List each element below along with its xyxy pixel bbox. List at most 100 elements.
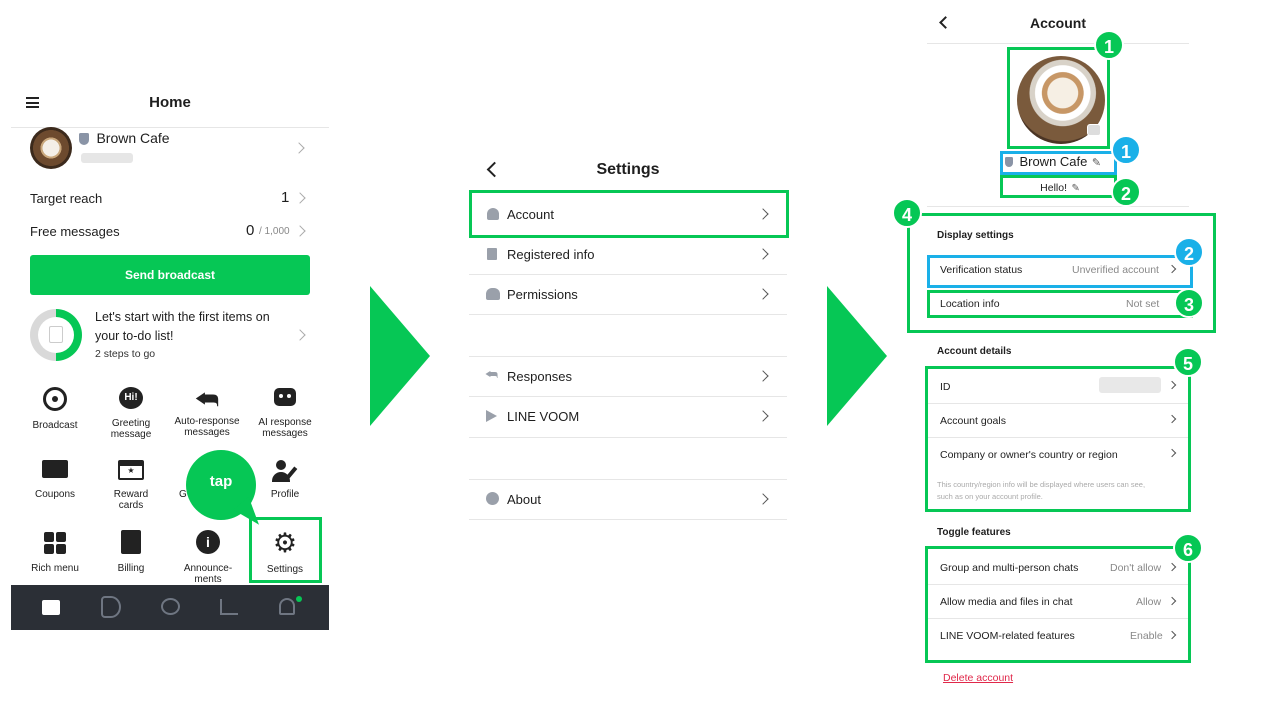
grid-announcements[interactable]: i Announce- ments: [177, 530, 239, 585]
info-circle-icon: [486, 492, 499, 505]
annotation-badge-3: 3: [1174, 288, 1204, 318]
grid-ai-response[interactable]: AI response messages: [251, 385, 319, 440]
account-name: Brown Cafe: [96, 130, 170, 146]
chevron-right-icon: [757, 370, 769, 382]
home-title: Home: [149, 94, 191, 111]
voom-nav-icon[interactable]: [101, 596, 121, 618]
avatar: [30, 127, 72, 169]
grid-auto-response[interactable]: ⮪ Auto-response messages: [171, 385, 243, 440]
reward-card-icon: ★: [118, 460, 144, 480]
grid-label: AI response: [258, 417, 312, 428]
delete-account-link[interactable]: Delete account: [943, 672, 1013, 684]
shield-icon: [79, 132, 89, 145]
chevron-right-icon: [293, 142, 305, 154]
flow-arrow-1: [370, 286, 430, 426]
grid-label: message: [110, 429, 152, 440]
settings-item-label: Permissions: [507, 287, 578, 302]
annotation-badge-1: 1: [1094, 30, 1124, 60]
stats-nav-icon[interactable]: [220, 599, 238, 615]
annotation-badge-5: 5: [1173, 347, 1203, 377]
account-title: Account: [1030, 15, 1086, 31]
settings-title: Settings: [596, 161, 660, 178]
todo-steps: 2 steps to go: [95, 348, 156, 360]
settings-item-label: About: [507, 492, 541, 507]
annotation-box-toggle-features: [925, 546, 1191, 663]
annotation-box-name: [1000, 151, 1117, 175]
todo-line1: Let's start with the first items on: [95, 310, 270, 324]
chevron-right-icon: [294, 329, 306, 341]
checklist-icon: [49, 326, 63, 343]
settings-item-registered-info[interactable]: Registered info: [469, 234, 787, 274]
toggle-features-header: Toggle features: [937, 527, 1011, 538]
bell-nav-icon[interactable]: [279, 598, 295, 615]
grid-coupons[interactable]: Coupons: [24, 460, 86, 515]
annotation-box-location: [927, 290, 1193, 318]
settings-item-responses[interactable]: ⮪ Responses: [469, 356, 787, 396]
todo-line2: your to-do list!: [95, 329, 174, 343]
todo-card[interactable]: Let's start with the first items on your…: [11, 305, 329, 365]
todo-progress-ring: [30, 309, 82, 361]
info-icon: i: [196, 530, 220, 554]
grid-broadcast[interactable]: Broadcast: [24, 385, 86, 440]
settings-item-label: Responses: [507, 369, 573, 384]
account-id-blurred: [81, 153, 133, 163]
notification-dot: [296, 596, 302, 602]
grid-label: messages: [184, 427, 230, 438]
free-messages-limit: / 1,000: [259, 226, 290, 237]
annotation-box-photo: [1007, 47, 1110, 149]
chevron-right-icon: [757, 410, 769, 422]
grid-label: cards: [118, 500, 144, 511]
free-messages-label: Free messages: [30, 224, 120, 239]
profile-edit-icon: [272, 460, 298, 482]
annotation-box-account-details: [925, 366, 1191, 512]
grid-label: Announce-: [183, 563, 233, 574]
target-reach-value: 1: [281, 189, 290, 206]
settings-item-permissions[interactable]: Permissions: [469, 274, 787, 314]
tap-callout: tap: [186, 450, 267, 532]
home-nav-icon[interactable]: [42, 600, 60, 615]
flow-arrow-2: [827, 286, 887, 426]
chevron-right-icon: [757, 493, 769, 505]
grid-label: messages: [262, 428, 308, 439]
grid-label: Auto-response: [174, 416, 240, 427]
free-messages-value: 0: [246, 222, 255, 239]
grid-label: Reward: [113, 489, 149, 500]
send-broadcast-button[interactable]: Send broadcast: [30, 255, 310, 295]
annotation-box-status: [1000, 175, 1117, 198]
annotation-badge-2: 2: [1111, 177, 1141, 207]
settings-item-about[interactable]: About: [469, 479, 787, 519]
reply-icon: ⮪: [485, 366, 499, 382]
grid-rich-menu[interactable]: Rich menu: [24, 530, 86, 585]
settings-highlight-box: [249, 517, 322, 583]
coupon-icon: [42, 460, 68, 478]
annotation-badge-1-blue: 1: [1111, 135, 1141, 165]
grid-reward-cards[interactable]: ★ Reward cards: [100, 460, 162, 515]
greeting-bubble-icon: Hi!: [119, 387, 143, 409]
chevron-right-icon: [757, 248, 769, 260]
annotation-box-verification: [927, 255, 1193, 288]
settings-item-label: Registered info: [507, 247, 595, 262]
account-row[interactable]: Brown Cafe: [11, 127, 329, 173]
chevron-right-icon: [294, 225, 306, 237]
settings-item-line-voom[interactable]: LINE VOOM: [469, 396, 787, 436]
reply-arrow-icon: ⮪: [194, 384, 220, 414]
grid-greeting-message[interactable]: Hi! Greeting message: [100, 385, 162, 440]
annotation-badge-6: 6: [1173, 533, 1203, 563]
grid-label: Broadcast: [32, 420, 78, 431]
chevron-right-icon: [757, 288, 769, 300]
chat-nav-icon[interactable]: [161, 598, 180, 615]
grid-label: Rich menu: [31, 563, 79, 574]
target-reach-row[interactable]: Target reach 1: [11, 188, 329, 210]
tap-label: tap: [209, 473, 233, 490]
annotation-badge-2-blue: 2: [1174, 237, 1204, 267]
broadcast-icon: [43, 387, 67, 411]
free-messages-row[interactable]: Free messages 0 / 1,000: [11, 221, 329, 243]
voom-icon: [486, 410, 497, 422]
annotation-badge-4: 4: [892, 198, 922, 228]
robot-icon: [274, 388, 296, 406]
grid-billing[interactable]: Billing: [100, 530, 162, 585]
people-icon: [486, 288, 500, 300]
grid-profile[interactable]: Profile: [251, 460, 319, 515]
grid-label: Profile: [270, 489, 300, 500]
bottom-nav-bar: [11, 585, 329, 630]
